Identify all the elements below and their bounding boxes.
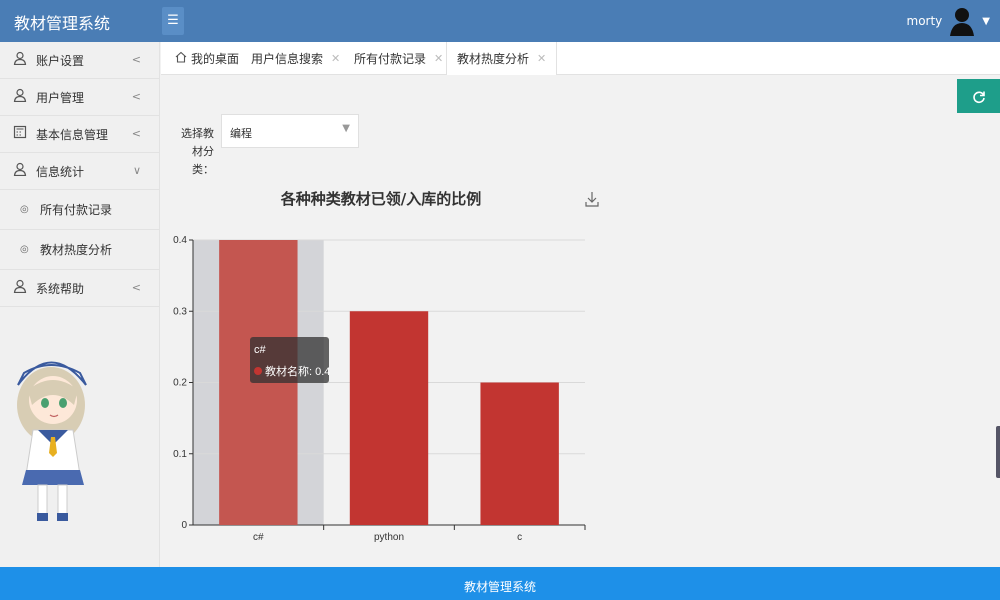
circle-user-icon: ◎ bbox=[20, 244, 29, 255]
sidebar-item-system-help[interactable]: 系统帮助 < bbox=[0, 270, 159, 307]
chart-title: 各种种类教材已领/入库的比例 bbox=[280, 190, 482, 208]
sidebar-item-label: 账户设置 bbox=[36, 53, 85, 68]
tooltip-title: c# bbox=[254, 344, 267, 356]
user-name: morty bbox=[906, 14, 943, 28]
sidebar-item-label: 用户管理 bbox=[36, 90, 85, 105]
sidebar-item-label: 系统帮助 bbox=[36, 281, 85, 296]
sidebar-item-user-management[interactable]: 用户管理 < bbox=[0, 79, 159, 116]
user-icon bbox=[12, 279, 28, 297]
refresh-icon bbox=[972, 90, 985, 103]
close-icon[interactable]: ✕ bbox=[331, 52, 340, 65]
filter-label: 选择教材分类： bbox=[181, 127, 214, 176]
user-icon bbox=[12, 162, 28, 180]
tab-payment-records[interactable]: 所有付款记录 ✕ bbox=[344, 42, 453, 75]
tab-bar: 我的桌面 用户信息搜索 ✕ 所有付款记录 ✕ 教材热度分析 ✕ bbox=[161, 42, 1000, 75]
user-menu[interactable]: morty ▼ bbox=[907, 4, 990, 38]
top-header: 教材管理系统 ☰ morty ▼ bbox=[0, 0, 1000, 42]
x-tick-label: python bbox=[374, 532, 404, 543]
sidebar-subitem-payment-records[interactable]: ◎ 所有付款记录 bbox=[0, 190, 159, 230]
sidebar-item-label: 教材热度分析 bbox=[40, 243, 113, 257]
chevron-down-icon: ▼ bbox=[982, 15, 990, 27]
user-icon bbox=[12, 51, 28, 69]
tooltip-label: 教材名称: 0.4 bbox=[265, 364, 330, 378]
chevron-left-icon: < bbox=[131, 53, 141, 66]
bar-c bbox=[480, 382, 559, 525]
y-tick-label: 0.3 bbox=[173, 306, 187, 317]
home-icon bbox=[175, 51, 187, 66]
sidebar-item-basic-info[interactable]: 基本信息管理 < bbox=[0, 116, 159, 153]
sidebar-item-label: 信息统计 bbox=[36, 164, 85, 179]
x-tick-label: c# bbox=[253, 532, 264, 543]
category-select[interactable]: 编程 ▼ bbox=[221, 114, 359, 148]
user-icon bbox=[12, 88, 28, 106]
circle-user-icon: ◎ bbox=[20, 204, 29, 215]
sidebar-item-account-settings[interactable]: 账户设置 < bbox=[0, 42, 159, 79]
app-title: 教材管理系统 bbox=[14, 14, 111, 33]
tab-popularity-analysis[interactable]: 教材热度分析 ✕ bbox=[446, 42, 558, 75]
chevron-down-icon: ∨ bbox=[132, 164, 141, 177]
footer: 教材管理系统 bbox=[0, 567, 1000, 600]
sidebar-item-statistics[interactable]: 信息统计 ∨ bbox=[0, 153, 159, 190]
y-tick-label: 0 bbox=[181, 520, 187, 531]
calculator-icon bbox=[12, 125, 28, 143]
side-drawer-handle[interactable] bbox=[996, 426, 1000, 478]
bar-chart: 0 0.1 0.2 0.3 0.4 c# python c c# 教材名称: 0.4 bbox=[173, 235, 586, 543]
tab-label: 用户信息搜索 bbox=[251, 52, 324, 66]
download-icon[interactable] bbox=[584, 190, 600, 208]
tooltip-series-dot bbox=[254, 367, 262, 375]
menu-toggle-button[interactable]: ☰ bbox=[162, 7, 184, 35]
chart-tooltip: c# 教材名称: 0.4 bbox=[250, 337, 330, 383]
tab-my-desktop[interactable]: 我的桌面 bbox=[165, 42, 249, 75]
category-select-value: 编程 bbox=[230, 127, 252, 140]
avatar-icon bbox=[950, 8, 975, 36]
x-tick-label: c bbox=[517, 532, 522, 543]
sidebar-item-label: 所有付款记录 bbox=[40, 203, 113, 217]
y-tick-label: 0.4 bbox=[173, 235, 187, 246]
tab-user-search[interactable]: 用户信息搜索 ✕ bbox=[241, 42, 350, 75]
tab-label: 所有付款记录 bbox=[354, 52, 427, 66]
tab-label: 教材热度分析 bbox=[457, 52, 530, 66]
chevron-left-icon: < bbox=[131, 90, 141, 103]
y-tick-label: 0.1 bbox=[173, 449, 187, 460]
tab-label: 我的桌面 bbox=[191, 52, 240, 66]
caret-down-icon: ▼ bbox=[342, 123, 350, 134]
y-tick-label: 0.2 bbox=[173, 378, 187, 389]
refresh-button[interactable] bbox=[957, 79, 1000, 113]
chevron-left-icon: < bbox=[131, 127, 141, 140]
close-icon[interactable]: ✕ bbox=[434, 52, 443, 65]
sidebar-item-label: 基本信息管理 bbox=[36, 127, 109, 142]
sidebar-subitem-popularity-analysis[interactable]: ◎ 教材热度分析 bbox=[0, 230, 159, 270]
mascot-illustration bbox=[17, 361, 87, 521]
chevron-left-icon: < bbox=[131, 281, 141, 294]
bar-python bbox=[349, 311, 429, 525]
close-icon[interactable]: ✕ bbox=[537, 52, 546, 65]
